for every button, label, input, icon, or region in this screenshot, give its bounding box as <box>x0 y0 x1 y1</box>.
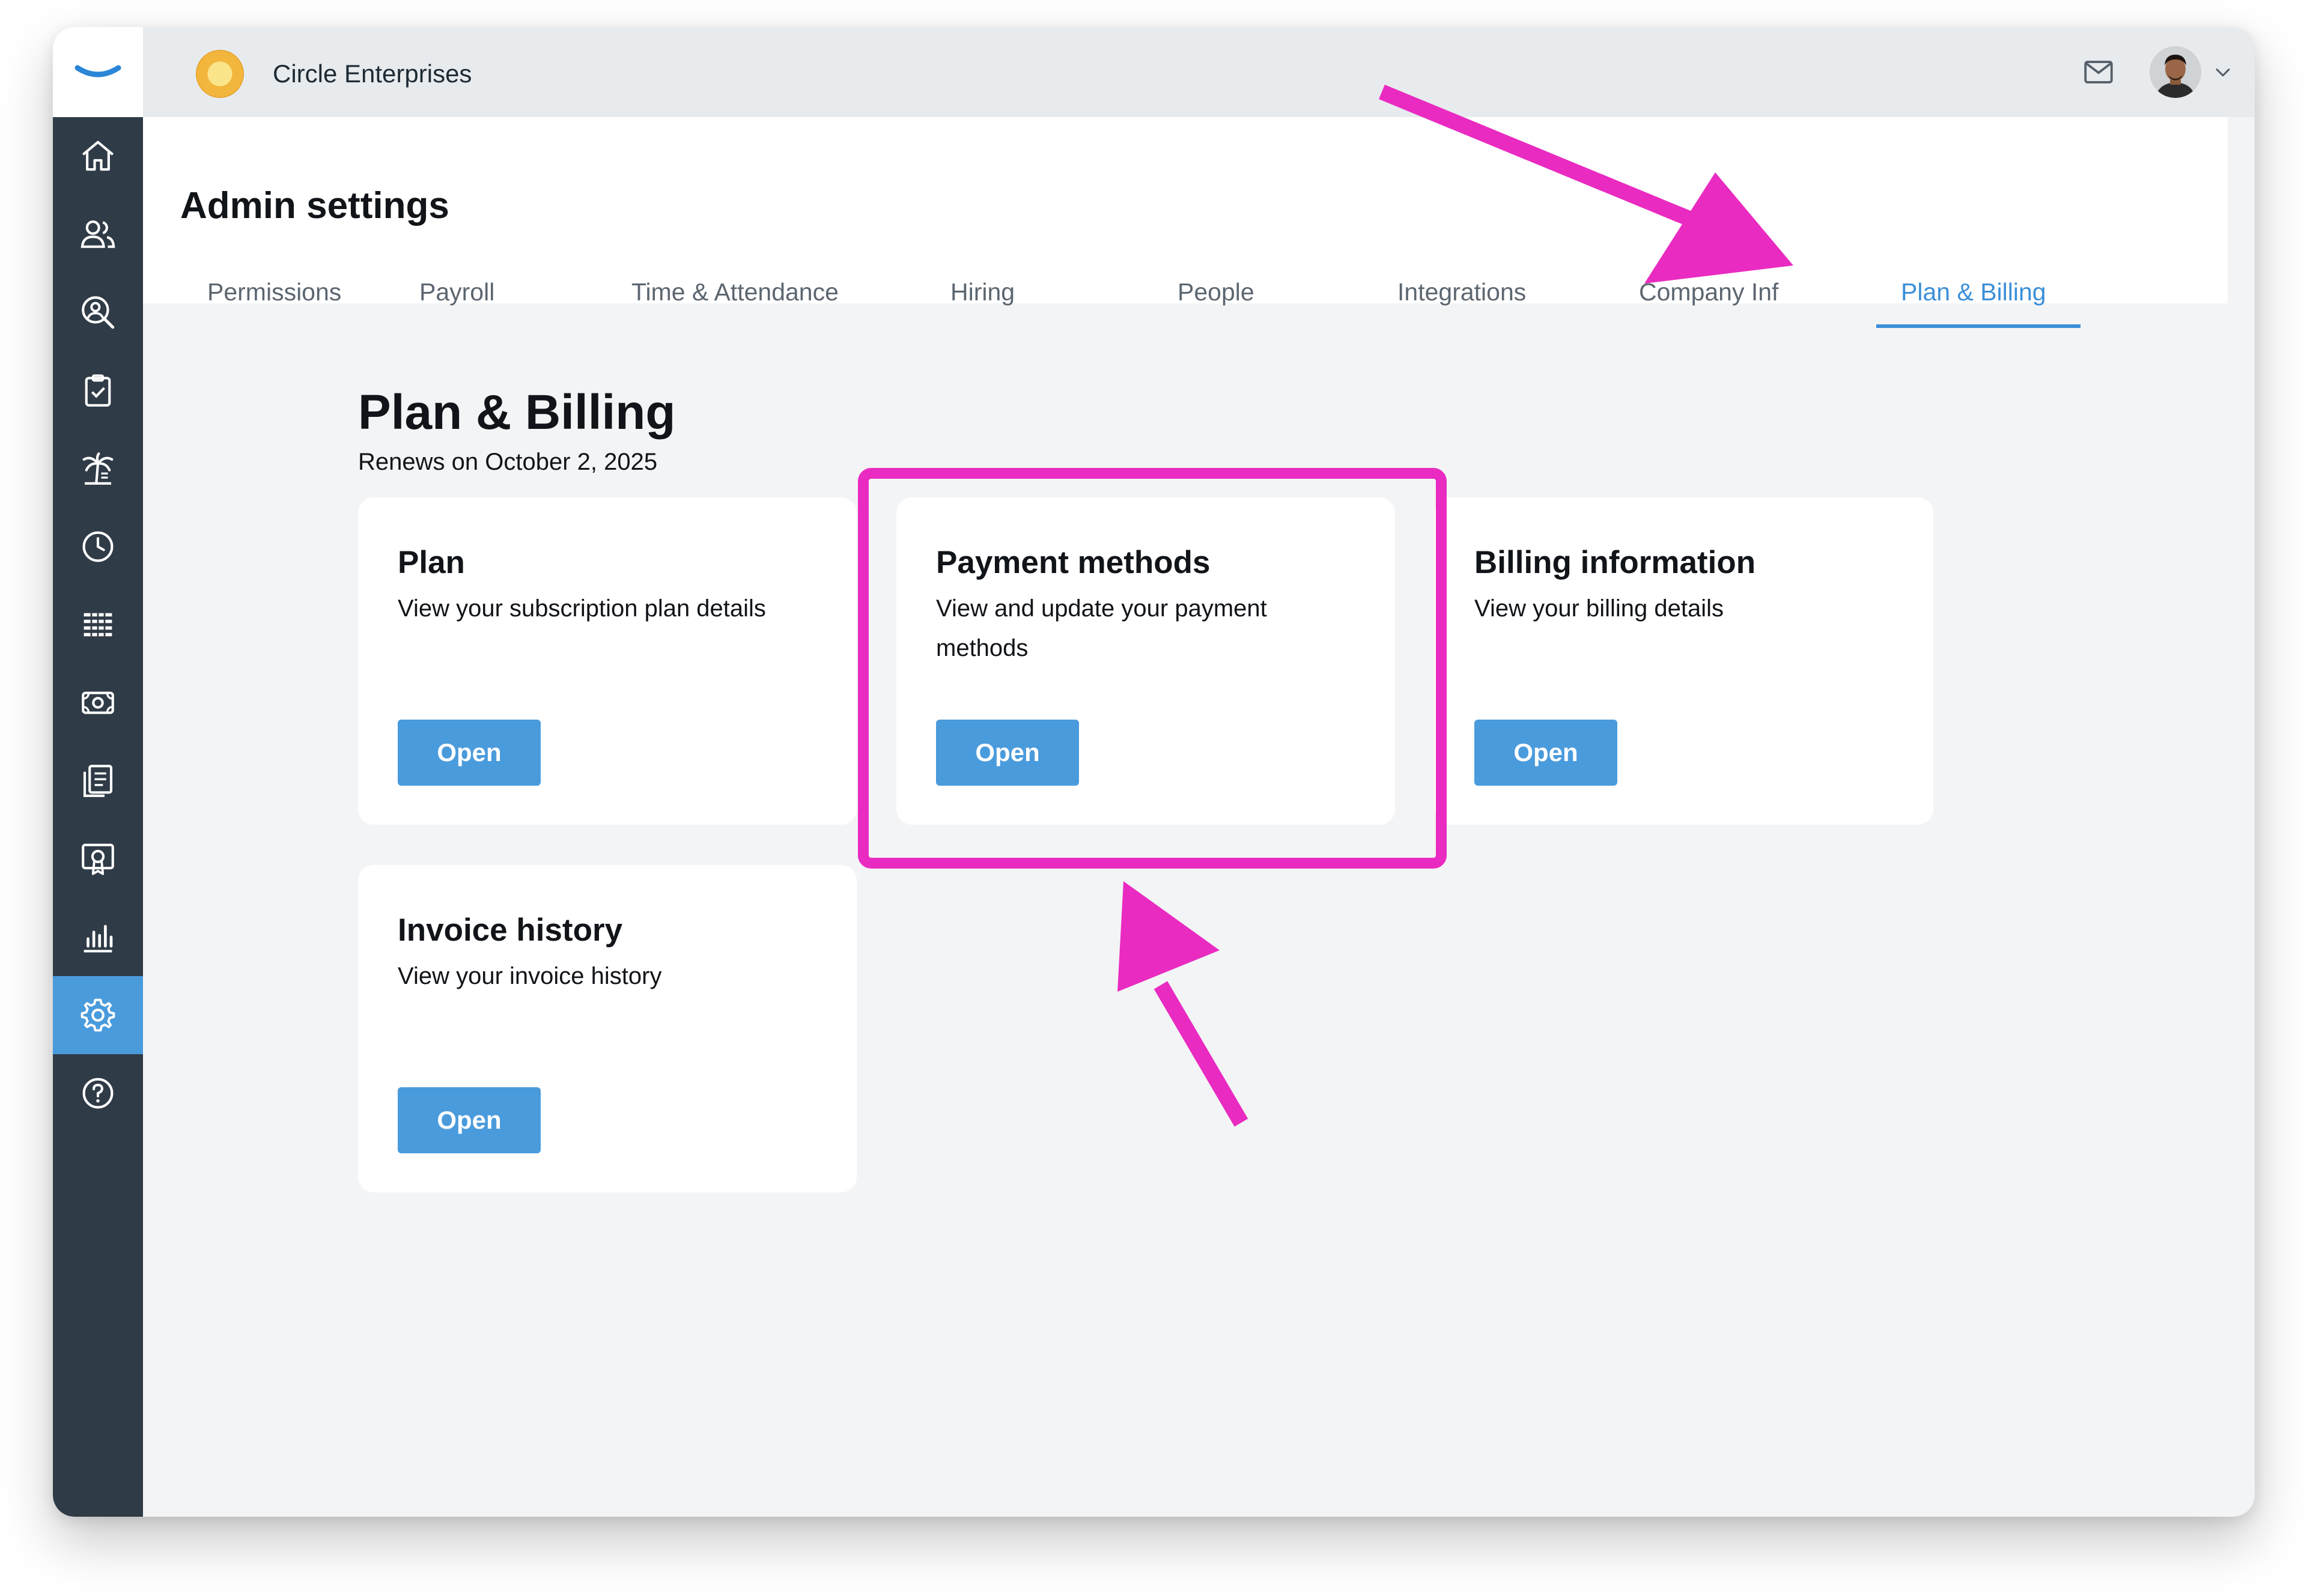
annotation-overlay <box>1117 84 1793 1127</box>
arrow-to-tab-icon <box>1379 84 1793 284</box>
app-window: Circle Enterprises Admin settings Permis… <box>53 27 2255 1517</box>
arrow-to-card-icon <box>1117 881 1248 1127</box>
